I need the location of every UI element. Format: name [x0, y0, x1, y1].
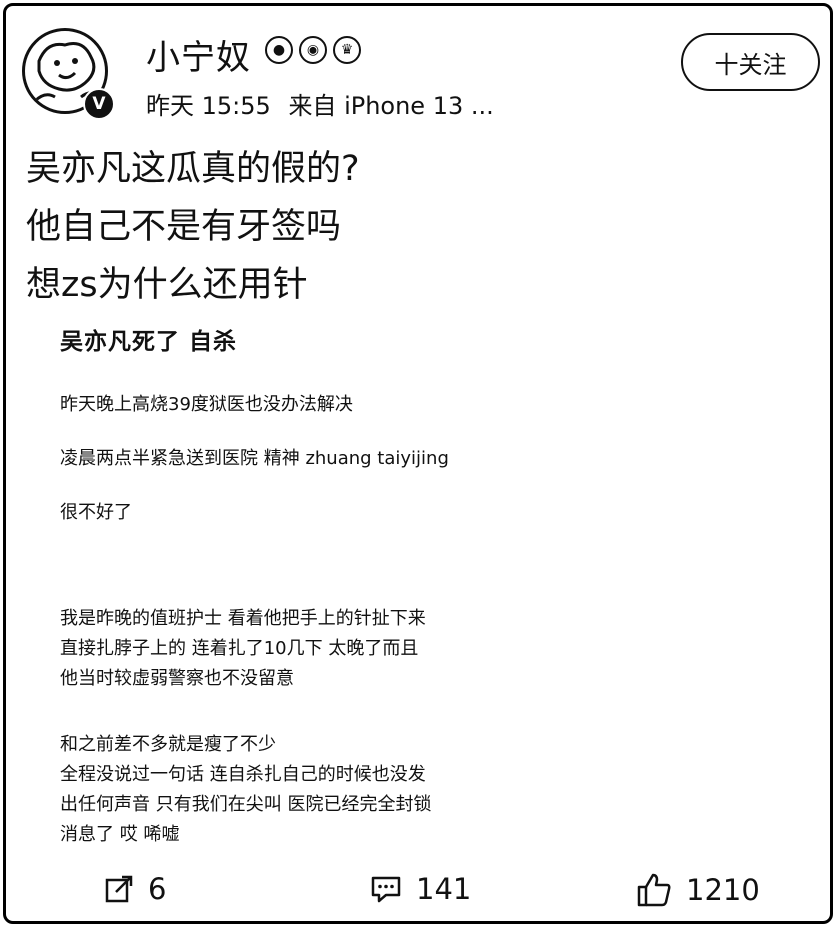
embedded-para: 很不好了 — [60, 502, 132, 523]
like-button[interactable]: 1210 — [636, 872, 760, 908]
embedded-para: 凌晨两点半紧急送到医院 精神 zhuang taiyijing — [60, 448, 449, 469]
badge-1-icon: ● — [265, 36, 293, 64]
verified-badge-icon: V — [83, 88, 115, 120]
post-meta: 昨天 15:55 来自 iPhone 13 ... — [146, 86, 504, 121]
follow-button[interactable]: 十关注 — [681, 33, 820, 91]
embedded-para: 和之前差不多就是瘦了不少 — [60, 734, 276, 755]
repost-count: 6 — [148, 872, 167, 906]
follow-label: 十关注 — [714, 50, 787, 79]
repost-button[interactable]: 6 — [104, 872, 166, 906]
share-icon — [105, 875, 133, 903]
comment-button[interactable]: 141 — [370, 872, 471, 906]
post-text-line: 吴亦凡这瓜真的假的? — [26, 149, 360, 189]
embedded-para: 消息了 哎 唏嘘 — [60, 824, 180, 845]
user-badges: ● ◉ ♛ — [265, 36, 361, 64]
embedded-para: 他当时较虚弱警察也不没留意 — [60, 668, 294, 689]
embedded-headline: 吴亦凡死了 自杀 — [60, 329, 238, 355]
post-text-line: 想zs为什么还用针 — [26, 265, 308, 305]
post-text: 吴亦凡这瓜真的假的? 他自己不是有牙签吗 想zs为什么还用针 — [26, 140, 360, 314]
comment-count: 141 — [416, 872, 472, 906]
post-text-line: 他自己不是有牙签吗 — [26, 207, 342, 247]
embedded-para: 我是昨晚的值班护士 看着他把手上的针扯下来 — [60, 608, 426, 629]
badge-2-icon: ◉ — [299, 36, 327, 64]
embedded-para: 直接扎脖子上的 连着扎了10几下 太晚了而且 — [60, 638, 419, 659]
post-source: 来自 iPhone 13 ... — [288, 92, 494, 120]
username[interactable]: 小宁奴 — [146, 30, 251, 79]
embedded-para: 出任何声音 只有我们在尖叫 医院已经完全封锁 — [60, 794, 432, 815]
post-time: 昨天 15:55 — [146, 92, 271, 120]
like-count: 1210 — [686, 873, 760, 907]
embedded-para: 全程没说过一句话 连自杀扎自己的时候也没发 — [60, 764, 426, 785]
embedded-screenshot[interactable]: 吴亦凡死了 自杀 昨天晚上高烧39度狱医也没办法解决 凌晨两点半紧急送到医院 精… — [60, 322, 620, 850]
embedded-para: 昨天晚上高烧39度狱医也没办法解决 — [60, 394, 353, 415]
action-bar: 6 141 1210 — [0, 872, 840, 922]
comment-icon — [371, 876, 401, 903]
badge-3-icon: ♛ — [333, 36, 361, 64]
thumbs-up-icon — [637, 873, 671, 907]
